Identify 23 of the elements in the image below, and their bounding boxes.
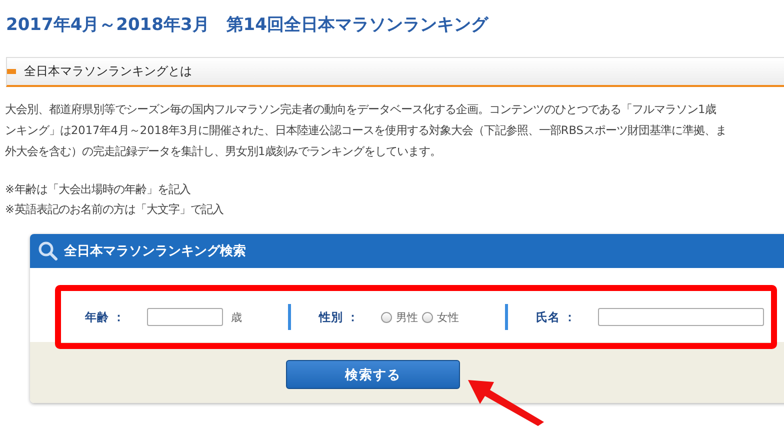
- search-button[interactable]: 検索する: [286, 360, 460, 389]
- text-field[interactable]: [598, 308, 764, 326]
- description-line: 大会別、都道府県別等でシーズン毎の国内フルマラソン完走者の動向をデータベース化する企画。コンテンツのひとつである「フルマラソン1歳: [5, 102, 718, 118]
- note-text: ※年齢は「大会出場時の年齢」を記入: [5, 182, 192, 198]
- radio-button[interactable]: [381, 312, 392, 322]
- description-line: ンキング」は2017年4月～2018年3月に開催された、日本陸連公認コースを使用する対象大会（下記参照、一部RBSスポーツ財団基準に準拠、ま: [5, 123, 728, 139]
- text-field[interactable]: [147, 308, 224, 326]
- note-text: ※英語表記のお名前の方は「大文字」で記入: [5, 202, 224, 218]
- search-icon: [38, 241, 58, 261]
- section-title: 全日本マラソンランキングとは: [24, 63, 192, 80]
- radio-button[interactable]: [422, 312, 434, 322]
- radio-label: 男性: [396, 310, 418, 324]
- field-divider: [505, 304, 508, 330]
- section-marker-icon: [7, 69, 16, 74]
- field-label: 年齢 ：: [85, 310, 126, 324]
- field-label: 性別 ：: [319, 310, 360, 324]
- field-divider: [288, 304, 292, 330]
- unit-label: 歳: [231, 310, 242, 324]
- panel-title: 全日本マラソンランキング検索: [64, 242, 246, 260]
- field-label: 氏名 ：: [536, 310, 576, 324]
- page-title: 2017年4月～2018年3月 第14回全日本マラソンランキング: [5, 14, 490, 37]
- radio-label: 女性: [437, 310, 460, 324]
- description-line: 外大会を含む）の完走記録データを集計し、男女別1歳刻みでランキングをしています。: [5, 144, 442, 160]
